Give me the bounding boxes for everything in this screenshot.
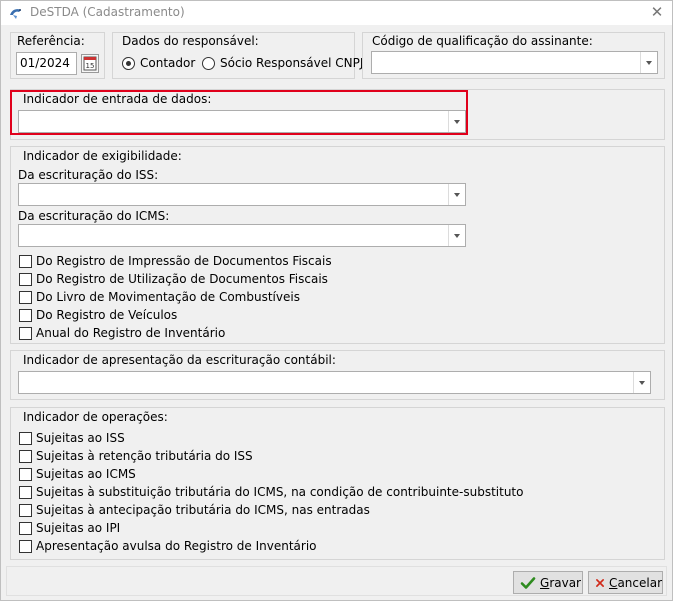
- contabil-select[interactable]: [18, 371, 651, 394]
- radio-socio-label: Sócio Responsável CNPJ: [220, 56, 364, 70]
- cancelar-label: Cancelar: [609, 576, 662, 590]
- check-label: Sujeitas à retenção tributária do ISS: [36, 449, 253, 463]
- check-sujeitas-icms[interactable]: Sujeitas ao ICMS: [19, 467, 136, 481]
- check-sujeitas-iss[interactable]: Sujeitas ao ISS: [19, 431, 125, 445]
- checkbox[interactable]: [19, 431, 32, 445]
- qualificacao-group: Código de qualificação do assinante:: [362, 32, 665, 79]
- checkbox[interactable]: [19, 254, 32, 268]
- check-label: Do Registro de Veículos: [36, 308, 178, 322]
- check-retencao-iss[interactable]: Sujeitas à retenção tributária do ISS: [19, 449, 253, 463]
- calendar-icon: 15: [83, 56, 97, 71]
- checkbox[interactable]: [19, 308, 32, 322]
- operacoes-label: Indicador de operações:: [23, 410, 168, 424]
- cancelar-rest: ancelar: [617, 575, 662, 590]
- checkbox[interactable]: [19, 449, 32, 463]
- checkmark-icon: [520, 576, 536, 589]
- close-icon[interactable]: ✕: [646, 3, 668, 23]
- check-registro-veiculos[interactable]: Do Registro de Veículos: [19, 308, 177, 322]
- qualificacao-label: Código de qualificação do assinante:: [372, 34, 593, 48]
- app-dove-icon: [10, 9, 21, 19]
- check-label: Do Livro de Movimentação de Combustíveis: [36, 290, 300, 304]
- radio-contador-indicator[interactable]: [122, 56, 135, 70]
- window-title: DeSTDA (Cadastramento): [30, 5, 185, 19]
- contabil-label: Indicador de apresentação da escrituraçã…: [23, 353, 336, 367]
- gravar-label: Gravar: [540, 576, 581, 590]
- check-label: Apresentação avulsa do Registro de Inven…: [36, 539, 317, 553]
- exigibilidade-group: Indicador de exigibilidade: Da escritura…: [10, 146, 665, 344]
- check-registro-utilizacao[interactable]: Do Registro de Utilização de Documentos …: [19, 272, 328, 286]
- checkbox[interactable]: [19, 290, 32, 304]
- gravar-button[interactable]: Gravar: [513, 571, 583, 594]
- radio-socio-indicator[interactable]: [202, 56, 215, 70]
- highlight-box: [10, 90, 468, 135]
- radio-contador-label: Contador: [140, 56, 196, 70]
- check-sujeitas-ipi[interactable]: Sujeitas ao IPI: [19, 521, 120, 535]
- checkbox[interactable]: [19, 272, 32, 286]
- exigibilidade-label: Indicador de exigibilidade:: [23, 149, 182, 163]
- calendar-button[interactable]: 15: [81, 54, 99, 73]
- check-substituicao-icms[interactable]: Sujeitas à substituição tributária do IC…: [19, 485, 523, 499]
- referencia-group: Referência: 01/2024 15: [10, 32, 105, 79]
- check-label: Sujeitas à antecipação tributária do ICM…: [36, 503, 370, 517]
- chevron-down-icon[interactable]: [633, 372, 650, 393]
- check-label: Do Registro de Utilização de Documentos …: [36, 272, 328, 286]
- check-label: Do Registro de Impressão de Documentos F…: [36, 254, 332, 268]
- iss-label: Da escrituração do ISS:: [18, 168, 159, 182]
- check-label: Anual do Registro de Inventário: [36, 326, 226, 340]
- icms-label: Da escrituração do ICMS:: [18, 209, 170, 223]
- responsavel-group: Dados do responsável: Contador Sócio Res…: [112, 32, 363, 79]
- title-bar: DeSTDA (Cadastramento) ✕: [1, 1, 672, 25]
- check-avulsa-inventario[interactable]: Apresentação avulsa do Registro de Inven…: [19, 539, 317, 553]
- gravar-accel: G: [540, 575, 550, 590]
- chevron-down-icon[interactable]: [640, 52, 657, 73]
- chevron-down-icon[interactable]: [448, 225, 465, 246]
- checkbox[interactable]: [19, 467, 32, 481]
- gravar-rest: ravar: [549, 575, 581, 590]
- radio-socio-responsavel[interactable]: Sócio Responsável CNPJ: [202, 56, 363, 70]
- check-label: Sujeitas ao IPI: [36, 521, 121, 535]
- contabil-group: Indicador de apresentação da escrituraçã…: [10, 350, 665, 400]
- check-label: Sujeitas ao ISS: [36, 431, 125, 445]
- checkbox[interactable]: [19, 503, 32, 517]
- checkbox[interactable]: [19, 326, 32, 340]
- check-anual-inventario[interactable]: Anual do Registro de Inventário: [19, 326, 225, 340]
- check-livro-combustiveis[interactable]: Do Livro de Movimentação de Combustíveis: [19, 290, 300, 304]
- icms-select[interactable]: [18, 224, 466, 247]
- referencia-label: Referência:: [17, 34, 85, 48]
- check-antecipacao-icms[interactable]: Sujeitas à antecipação tributária do ICM…: [19, 503, 370, 517]
- responsavel-label: Dados do responsável:: [122, 34, 259, 48]
- check-label: Sujeitas à substituição tributária do IC…: [36, 485, 524, 499]
- chevron-down-icon[interactable]: [448, 184, 465, 205]
- cancelar-button[interactable]: Cancelar: [588, 571, 663, 594]
- qualificacao-select[interactable]: [371, 51, 658, 74]
- checkbox[interactable]: [19, 521, 32, 535]
- checkbox[interactable]: [19, 485, 32, 499]
- checkbox[interactable]: [19, 539, 32, 553]
- check-registro-impressao[interactable]: Do Registro de Impressão de Documentos F…: [19, 254, 332, 268]
- referencia-input[interactable]: 01/2024: [16, 52, 77, 75]
- calendar-day: 15: [86, 62, 95, 70]
- radio-contador[interactable]: Contador: [122, 56, 195, 70]
- iss-select[interactable]: [18, 183, 466, 206]
- check-label: Sujeitas ao ICMS: [36, 467, 136, 481]
- main-window: DeSTDA (Cadastramento) ✕ Referência: 01/…: [0, 0, 673, 601]
- operacoes-group: Indicador de operações: Sujeitas ao ISS …: [10, 407, 665, 560]
- x-icon: [596, 578, 604, 587]
